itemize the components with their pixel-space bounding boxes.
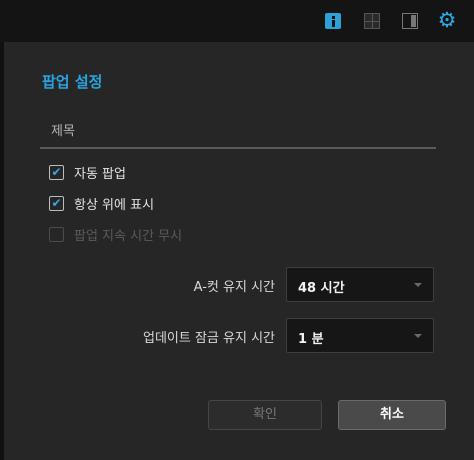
grid-icon[interactable] bbox=[364, 13, 380, 29]
top-toolbar: ⚙ bbox=[0, 0, 474, 42]
check-icon: ✔ bbox=[51, 196, 62, 210]
popup-settings-dialog: 팝업 설정 ✔ 자동 팝업 ✔ 항상 위에 표시 팝업 지속 시간 무시 A-컷… bbox=[4, 42, 474, 460]
auto-popup-label: 자동 팝업 bbox=[74, 166, 126, 182]
info-icon[interactable] bbox=[325, 13, 341, 29]
a-cut-hold-time-value: 48 시간 bbox=[298, 281, 345, 296]
always-on-top-option[interactable]: ✔ 항상 위에 표시 bbox=[49, 193, 154, 213]
ignore-popup-duration-option: 팝업 지속 시간 무시 bbox=[49, 224, 182, 244]
gear-icon[interactable]: ⚙ bbox=[436, 9, 458, 31]
ignore-popup-duration-checkbox bbox=[49, 226, 64, 242]
chevron-down-icon bbox=[414, 283, 422, 287]
auto-popup-checkbox[interactable]: ✔ bbox=[49, 164, 64, 180]
cancel-button[interactable]: 취소 bbox=[338, 400, 446, 430]
ok-button[interactable]: 확인 bbox=[208, 400, 322, 430]
check-icon: ✔ bbox=[51, 165, 62, 179]
a-cut-hold-time-label: A-컷 유지 시간 bbox=[193, 280, 275, 295]
always-on-top-label: 항상 위에 표시 bbox=[74, 197, 155, 213]
auto-popup-option[interactable]: ✔ 자동 팝업 bbox=[49, 162, 126, 182]
update-lock-hold-time-select[interactable]: 1 분 bbox=[286, 318, 434, 353]
chevron-down-icon bbox=[414, 334, 422, 338]
dialog-title: 팝업 설정 bbox=[42, 73, 103, 91]
ignore-popup-duration-label: 팝업 지속 시간 무시 bbox=[74, 228, 183, 244]
panel-icon[interactable] bbox=[402, 13, 418, 29]
always-on-top-checkbox[interactable]: ✔ bbox=[49, 195, 64, 211]
title-field[interactable] bbox=[40, 115, 436, 149]
update-lock-hold-time-label: 업데이트 잠금 유지 시간 bbox=[143, 331, 275, 346]
update-lock-hold-time-value: 1 분 bbox=[298, 332, 324, 347]
title-input[interactable] bbox=[40, 115, 436, 147]
a-cut-hold-time-select[interactable]: 48 시간 bbox=[286, 267, 434, 302]
